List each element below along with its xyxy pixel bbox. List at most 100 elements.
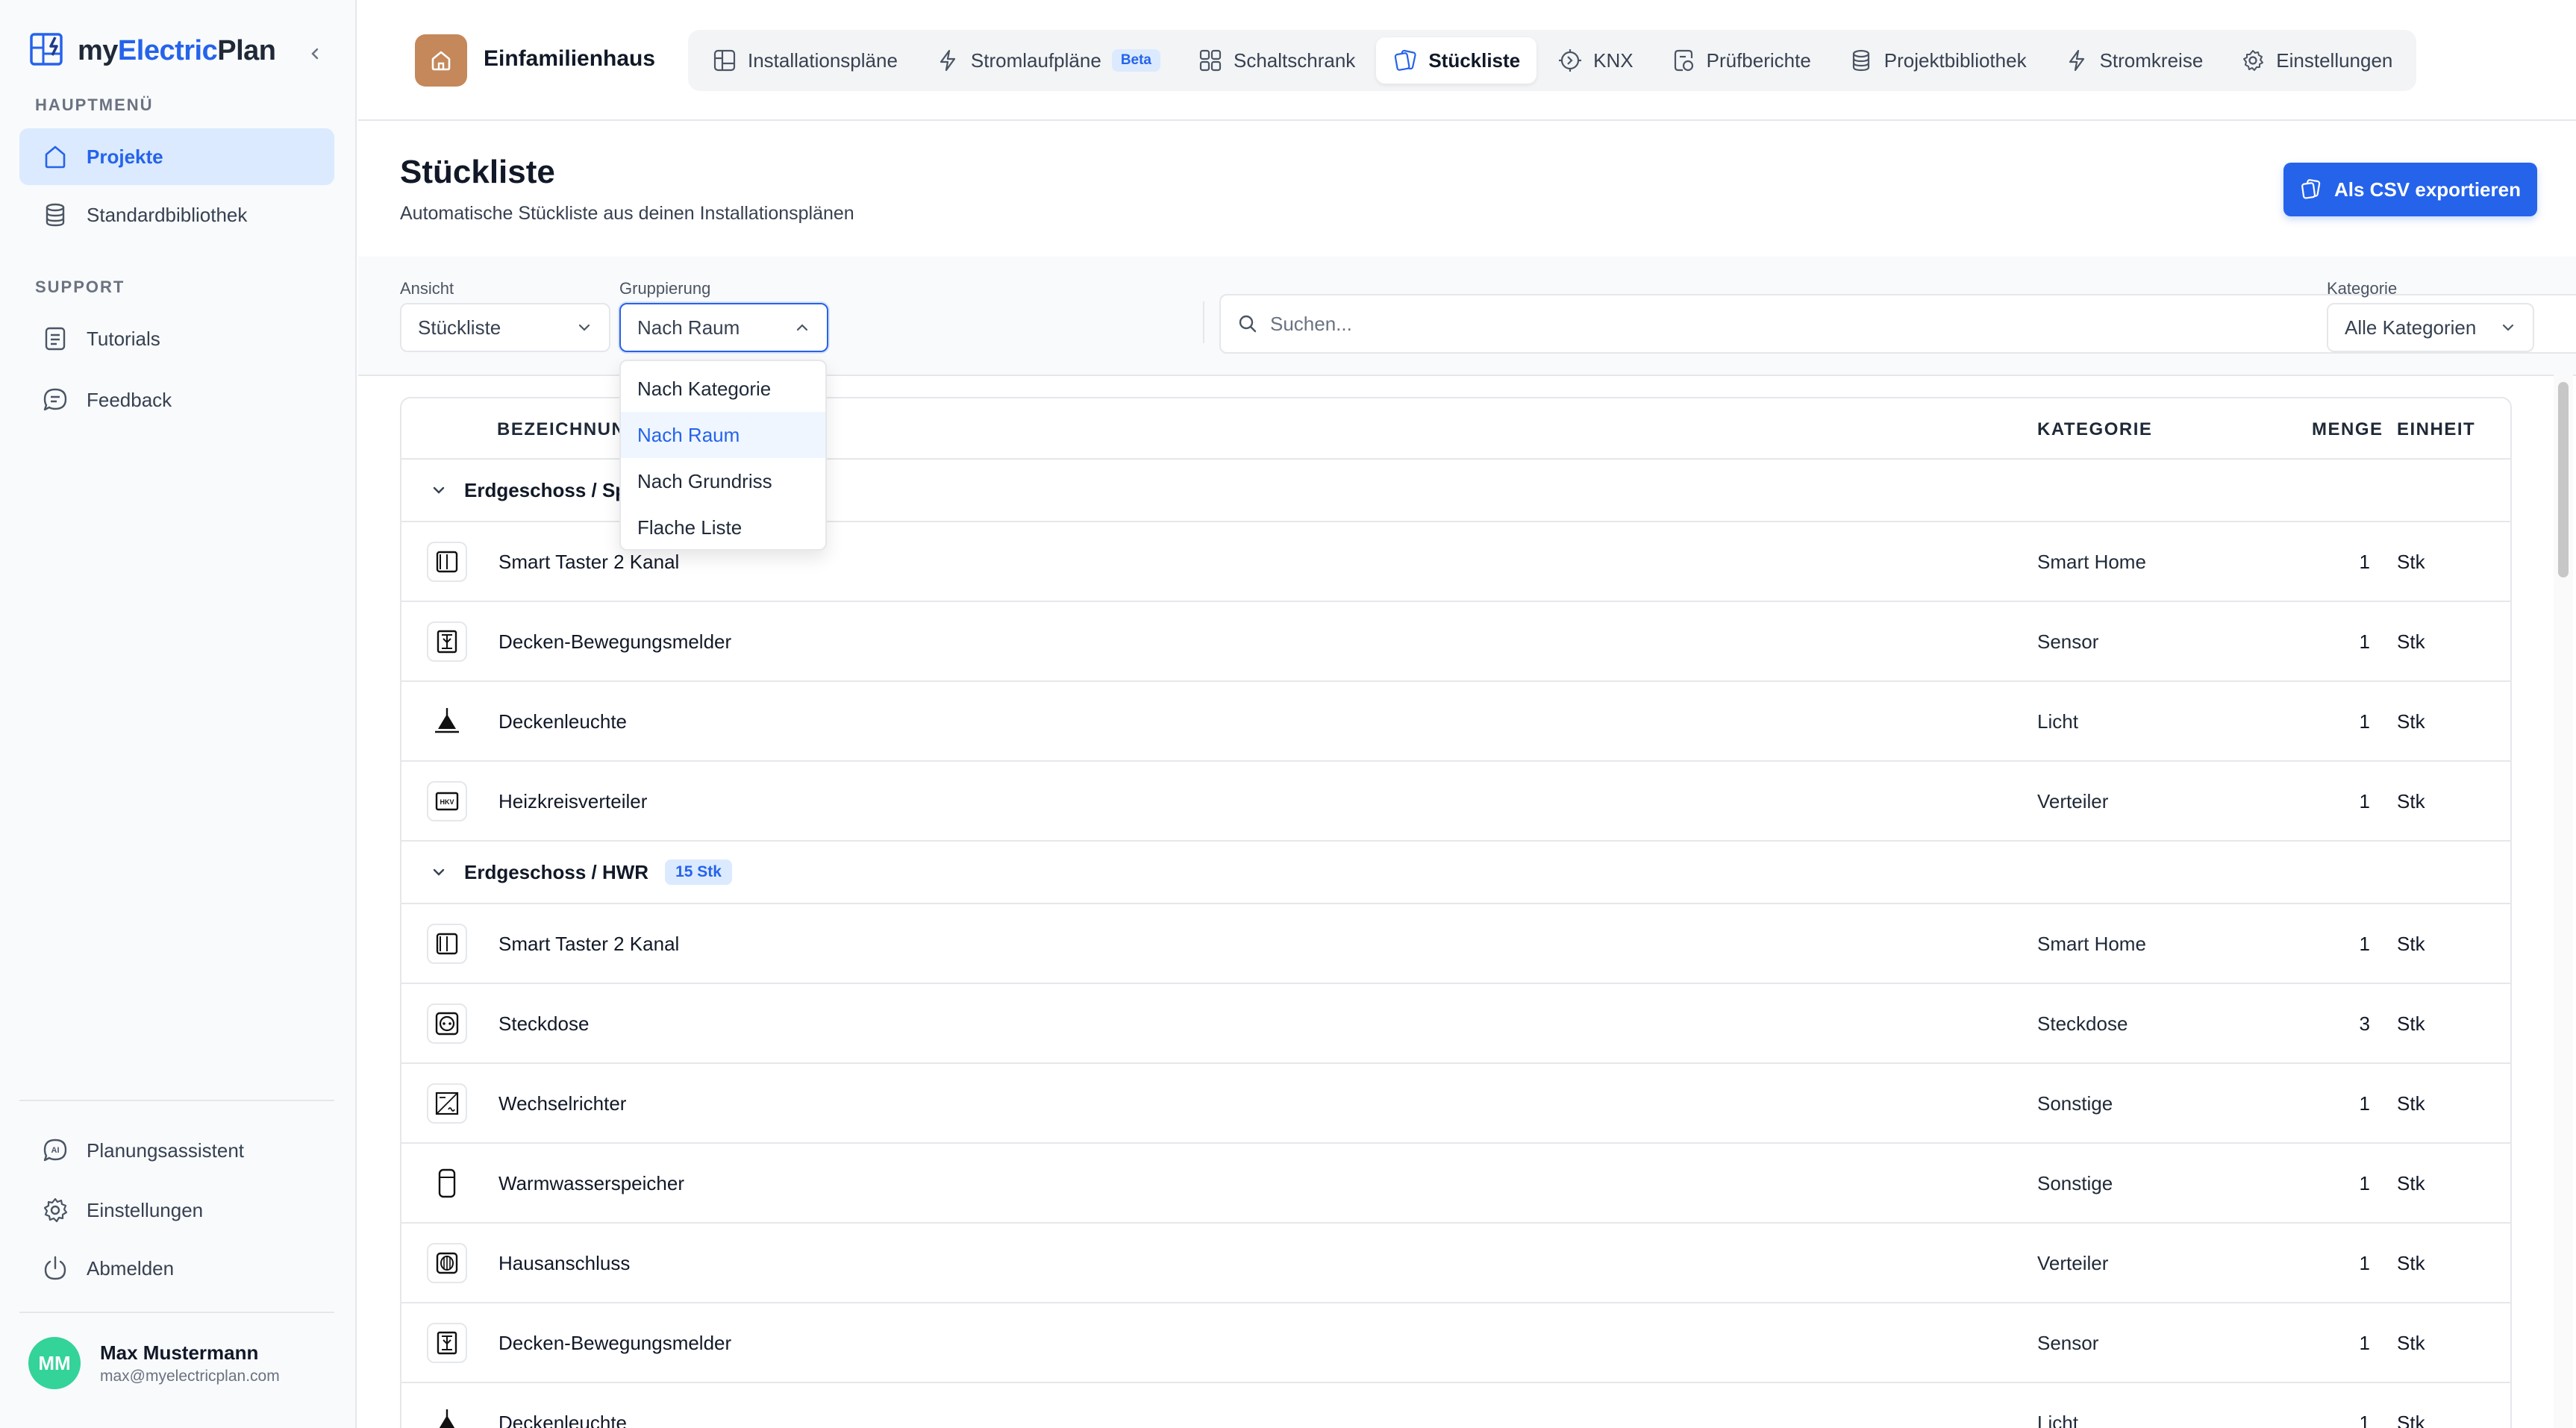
tab-stueckliste[interactable]: Stückliste <box>1376 37 1537 84</box>
item-quantity: 1 <box>2359 1332 2370 1354</box>
view-select[interactable]: Stückliste <box>400 303 610 352</box>
switch-icon <box>427 924 467 964</box>
item-name: Warmwasserspeicher <box>498 1172 684 1194</box>
item-quantity: 1 <box>2359 933 2370 955</box>
cards-icon <box>1395 49 1416 71</box>
page-subtitle: Automatische Stückliste aus deinen Insta… <box>400 203 854 224</box>
grouping-option-raum[interactable]: Nach Raum <box>621 412 825 458</box>
table-row[interactable]: Deckenleuchte Licht 1 Stk <box>401 682 2510 762</box>
item-name: Smart Taster 2 Kanal <box>498 933 680 955</box>
socket-icon <box>427 1003 467 1044</box>
tab-installationsplaene[interactable]: Installationspläne <box>695 37 914 84</box>
sidebar-item-feedback[interactable]: Feedback <box>19 372 334 428</box>
grouping-value: Nach Raum <box>637 316 740 339</box>
item-unit: Stk <box>2397 1252 2425 1274</box>
table-row[interactable]: Deckenleuchte Licht 1 Stk <box>401 1383 2510 1428</box>
sidebar: myElectricPlan HAUPTMENÜ Projekte Standa… <box>0 0 357 1428</box>
sidebar-item-label: Planungsassistent <box>87 1139 245 1162</box>
grouping-option-grundriss[interactable]: Nach Grundriss <box>621 458 825 504</box>
sidebar-item-standardbibliothek[interactable]: Standardbibliothek <box>19 187 334 243</box>
item-category: Sensor <box>2037 630 2099 653</box>
water-heater-icon <box>427 1163 467 1203</box>
gear-icon <box>43 1197 68 1223</box>
report-icon <box>1674 49 1693 72</box>
chevron-down-icon <box>433 868 445 876</box>
sidebar-item-abmelden[interactable]: Abmelden <box>19 1240 334 1297</box>
item-unit: Stk <box>2397 1012 2425 1035</box>
item-name: Smart Taster 2 Kanal <box>498 551 680 573</box>
item-category: Verteiler <box>2037 1252 2109 1274</box>
table-row[interactable]: Steckdose Steckdose 3 Stk <box>401 984 2510 1064</box>
home-icon <box>431 51 451 71</box>
bolt-icon <box>2069 49 2084 72</box>
group-count-badge: 15 Stk <box>665 859 732 885</box>
tab-label: Schaltschrank <box>1234 48 1356 72</box>
column-header-qty: MENGE <box>2312 419 2383 439</box>
category-value: Alle Kategorien <box>2345 316 2477 339</box>
document-icon <box>45 327 66 351</box>
table-row[interactable]: Hausanschluss Verteiler 1 Stk <box>401 1224 2510 1303</box>
grouping-select[interactable]: Nach Raum <box>619 303 828 352</box>
grouping-dropdown-menu: Nach Kategorie Nach Raum Nach Grundriss … <box>619 360 827 551</box>
database-icon <box>1852 49 1869 72</box>
ceiling-light-icon <box>427 1403 467 1428</box>
sidebar-item-einstellungen[interactable]: Einstellungen <box>19 1182 334 1238</box>
item-quantity: 1 <box>2359 1252 2370 1274</box>
support-label: SUPPORT <box>35 278 125 296</box>
table-row[interactable]: Decken-Bewegungsmelder Sensor 1 Stk <box>401 602 2510 682</box>
group-row[interactable]: Erdgeschoss / HWR 15 Stk <box>401 842 2510 904</box>
item-category: Sensor <box>2037 1332 2099 1354</box>
collapse-sidebar-button[interactable] <box>300 39 330 69</box>
sidebar-item-projekte[interactable]: Projekte <box>19 128 334 185</box>
group-title: Erdgeschoss / HWR <box>464 860 649 883</box>
item-quantity: 3 <box>2359 1012 2370 1035</box>
category-select[interactable]: Alle Kategorien <box>2327 303 2534 352</box>
plan-icon <box>713 49 736 72</box>
tab-schaltschrank[interactable]: Schaltschrank <box>1181 37 1372 84</box>
view-value: Stückliste <box>418 316 501 339</box>
item-category: Sonstige <box>2037 1172 2113 1194</box>
tab-pruefberichte[interactable]: Prüfberichte <box>1654 37 1828 84</box>
ceiling-light-icon <box>427 701 467 742</box>
tab-projektbibliothek[interactable]: Projektbibliothek <box>1832 37 2043 84</box>
table-row[interactable]: HKV Heizkreisverteiler Verteiler 1 Stk <box>401 762 2510 842</box>
sidebar-item-planungsassistent[interactable]: AI Planungsassistent <box>19 1122 334 1179</box>
scrollbar-thumb[interactable] <box>2558 382 2569 577</box>
svg-text:HKV: HKV <box>440 798 454 806</box>
logo[interactable]: myElectricPlan <box>28 31 276 70</box>
tab-stromlaufplaene[interactable]: Stromlaufpläne Beta <box>919 37 1177 84</box>
item-name: Deckenleuchte <box>498 1412 627 1428</box>
grouping-option-kategorie[interactable]: Nach Kategorie <box>621 366 825 412</box>
main-menu-label: HAUPTMENÜ <box>35 95 154 114</box>
export-csv-button[interactable]: Als CSV exportieren <box>2283 163 2537 216</box>
table-row[interactable]: Smart Taster 2 Kanal Smart Home 1 Stk <box>401 904 2510 984</box>
filter-bar: Ansicht Stückliste Gruppierung Nach Raum… <box>358 257 2576 376</box>
divider <box>19 1100 334 1101</box>
tab-knx[interactable]: KNX <box>1541 37 1649 84</box>
gear-icon <box>2243 50 2264 71</box>
item-quantity: 1 <box>2359 790 2370 812</box>
grid-icon <box>1199 49 1222 72</box>
table-row[interactable]: Decken-Bewegungsmelder Sensor 1 Stk <box>401 1303 2510 1383</box>
item-category: Smart Home <box>2037 933 2146 955</box>
user-profile[interactable]: MM Max Mustermann max@myelectricplan.com <box>28 1337 280 1389</box>
item-name: Decken-Bewegungsmelder <box>498 1332 732 1354</box>
item-name: Wechselrichter <box>498 1092 627 1115</box>
table-row[interactable]: Warmwasserspeicher Sonstige 1 Stk <box>401 1144 2510 1224</box>
bill-of-materials-table: BEZEICHNUNG KATEGORIE MENGE EINHEIT Erdg… <box>400 397 2512 1428</box>
item-unit: Stk <box>2397 710 2425 733</box>
avatar: MM <box>28 1337 81 1389</box>
chevron-down-icon <box>2502 324 2514 331</box>
table-row[interactable]: Wechselrichter Sonstige 1 Stk <box>401 1064 2510 1144</box>
project-name: Einfamilienhaus <box>484 46 656 71</box>
export-label: Als CSV exportieren <box>2334 178 2521 201</box>
item-quantity: 1 <box>2359 710 2370 733</box>
sidebar-item-tutorials[interactable]: Tutorials <box>19 310 334 367</box>
item-name: Deckenleuchte <box>498 710 627 733</box>
tab-stromkreise[interactable]: Stromkreise <box>2048 37 2220 84</box>
tab-label: Prüfberichte <box>1706 48 1811 72</box>
grouping-option-flache-liste[interactable]: Flache Liste <box>621 504 825 551</box>
tab-einstellungen[interactable]: Einstellungen <box>2224 37 2409 84</box>
switch-icon <box>427 542 467 582</box>
grouping-label: Gruppierung <box>619 279 711 298</box>
